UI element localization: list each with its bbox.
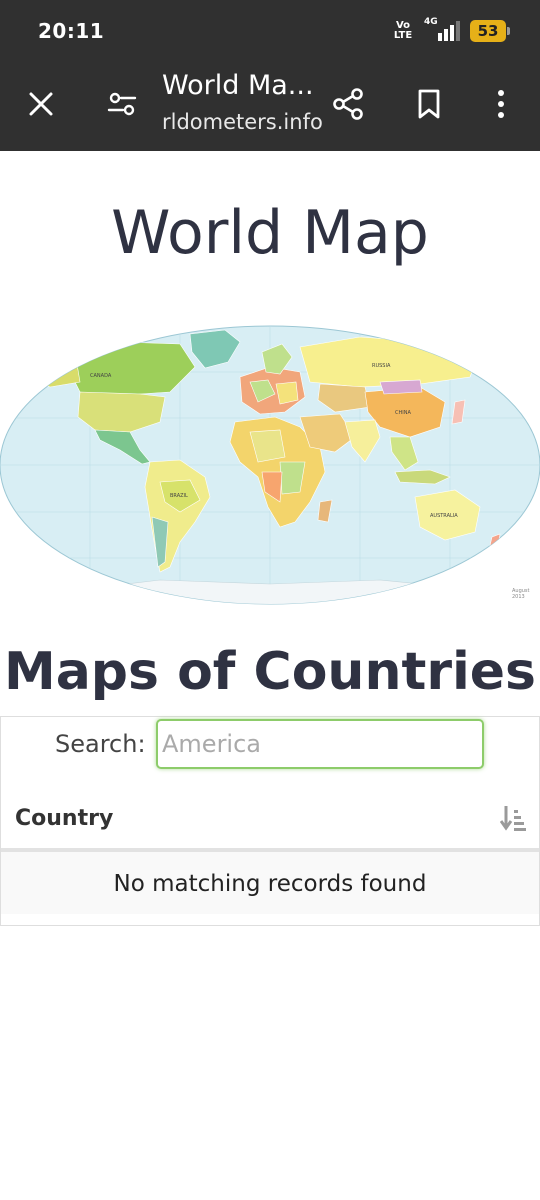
empty-table-message: No matching records found bbox=[1, 852, 539, 914]
volte-icon: Vo LTE bbox=[393, 20, 413, 41]
status-time: 20:11 bbox=[38, 19, 105, 43]
custom-tab-toolbar: World Ma... rldometers.info bbox=[0, 60, 540, 151]
share-icon bbox=[333, 88, 363, 120]
map-date-note: August 2013 bbox=[512, 588, 530, 600]
network-type: 4G bbox=[424, 17, 438, 27]
status-bar: 20:11 Vo LTE 4G 53 bbox=[0, 0, 540, 60]
bookmark-icon bbox=[418, 89, 440, 119]
tab-url: rldometers.info bbox=[162, 110, 323, 134]
search-input[interactable] bbox=[156, 719, 484, 769]
more-vert-icon bbox=[498, 90, 504, 118]
tab-title: World Ma... bbox=[162, 70, 314, 101]
svg-text:AUSTRALIA: AUSTRALIA bbox=[430, 513, 458, 519]
sort-icon[interactable] bbox=[500, 804, 526, 832]
svg-text:CHINA: CHINA bbox=[395, 410, 411, 416]
signal-icon: 4G bbox=[424, 17, 460, 43]
search-label: Search: bbox=[55, 730, 146, 758]
section-title: Maps of Countries bbox=[3, 642, 537, 702]
svg-text:RUSSIA: RUSSIA bbox=[372, 363, 391, 369]
bookmark-button[interactable] bbox=[407, 82, 451, 126]
page-settings-icon bbox=[107, 92, 137, 116]
svg-text:BRAZIL: BRAZIL bbox=[170, 493, 188, 499]
world-political-map[interactable]: CANADA RUSSIA CHINA BRAZIL AUSTRALIA bbox=[0, 322, 540, 608]
battery-level: 53 bbox=[470, 20, 506, 42]
battery-icon: 53 bbox=[470, 20, 510, 42]
more-options-button[interactable] bbox=[479, 82, 523, 126]
close-button[interactable] bbox=[19, 82, 63, 126]
close-icon bbox=[29, 92, 53, 116]
column-header-country[interactable]: Country bbox=[15, 806, 113, 831]
share-button[interactable] bbox=[326, 82, 370, 126]
page-settings-button[interactable] bbox=[100, 82, 144, 126]
svg-text:CANADA: CANADA bbox=[90, 373, 112, 379]
page-title: World Map bbox=[111, 198, 429, 268]
status-icons: Vo LTE 4G 53 bbox=[392, 17, 510, 44]
